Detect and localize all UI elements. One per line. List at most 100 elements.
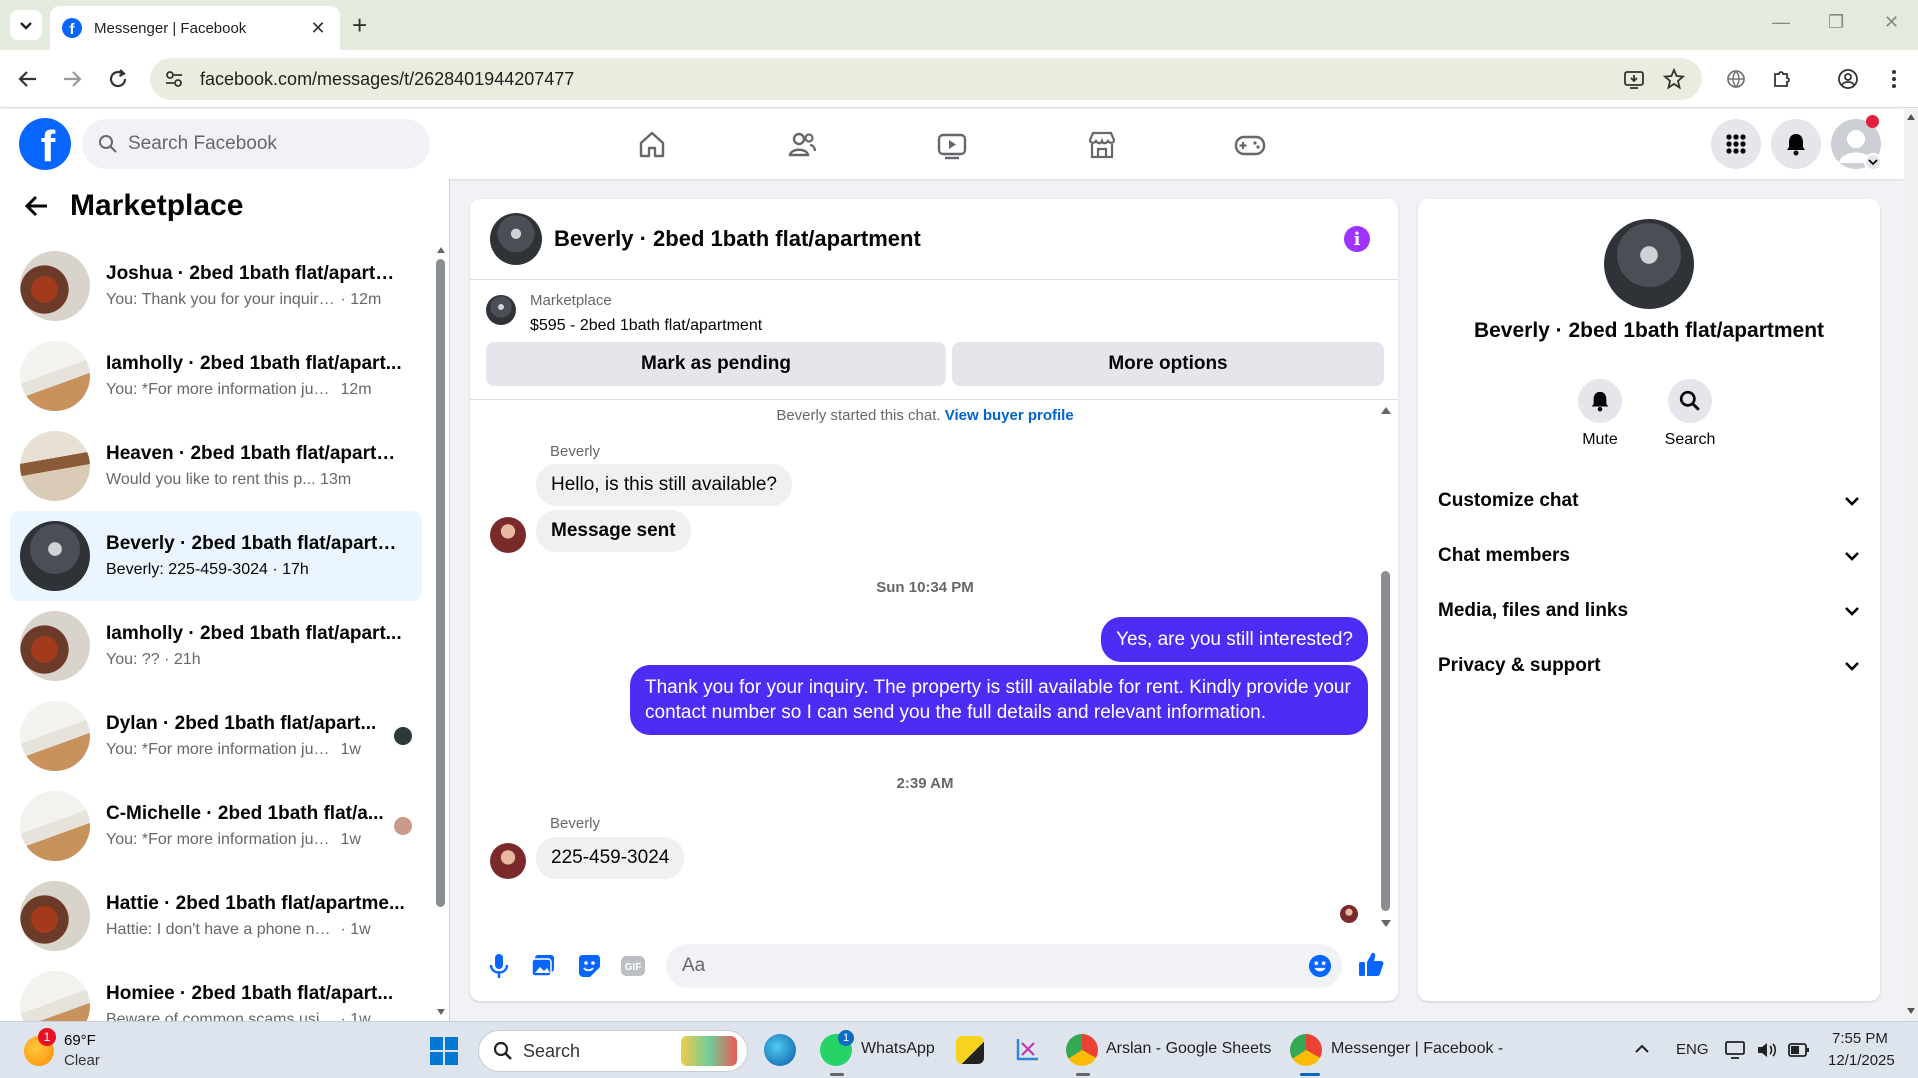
- conversation-item[interactable]: Iamholly · 2bed 1bath flat/apart... You:…: [10, 331, 422, 421]
- chevron-up-icon[interactable]: [1634, 1044, 1650, 1054]
- privacy-support-section[interactable]: Privacy & support: [1438, 646, 1860, 686]
- windows-start-icon[interactable]: [430, 1037, 458, 1065]
- language-indicator[interactable]: ENG: [1676, 1041, 1709, 1058]
- incoming-message[interactable]: Message sent: [536, 510, 691, 552]
- conversation-item[interactable]: C-Michelle · 2bed 1bath flat/a... You: *…: [10, 781, 422, 871]
- emoji-icon[interactable]: [1308, 954, 1332, 978]
- outgoing-message[interactable]: Thank you for your inquiry. The property…: [630, 665, 1368, 735]
- conversation-preview: You: ?? · 21h: [106, 651, 201, 668]
- more-options-button[interactable]: More options: [952, 342, 1384, 386]
- clock-date[interactable]: 12/1/2025: [1828, 1052, 1895, 1069]
- whatsapp-label[interactable]: WhatsApp: [861, 1040, 935, 1058]
- site-settings-icon[interactable]: [164, 69, 184, 89]
- back-arrow-icon[interactable]: [24, 193, 50, 219]
- chat-avatar[interactable]: [490, 213, 542, 265]
- restore-window-icon[interactable]: ❐: [1828, 12, 1844, 33]
- friends-icon[interactable]: [780, 123, 824, 167]
- chat-members-section[interactable]: Chat members: [1438, 536, 1860, 576]
- back-arrow-icon[interactable]: [14, 65, 42, 93]
- close-tab-icon[interactable]: ✕: [308, 18, 328, 39]
- sticker-icon[interactable]: [574, 951, 604, 981]
- media-files-links-section[interactable]: Media, files and links: [1438, 591, 1860, 631]
- sender-avatar[interactable]: [490, 517, 526, 553]
- watch-video-icon[interactable]: [930, 123, 974, 167]
- page-scrollbar[interactable]: [1904, 109, 1918, 1021]
- mute-button[interactable]: Mute: [1560, 379, 1640, 449]
- network-icon[interactable]: [1724, 1040, 1746, 1060]
- message-input[interactable]: Aa: [666, 944, 1342, 988]
- browser-tab-messenger[interactable]: f Messenger | Facebook ✕: [50, 6, 340, 50]
- sender-avatar[interactable]: [490, 843, 526, 879]
- weather-temperature[interactable]: 69°F: [64, 1032, 96, 1049]
- conversation-list-panel: Marketplace Joshua · 2bed 1bath flat/apa…: [0, 179, 450, 1021]
- conversation-name: Hattie · 2bed 1bath flat/apartme...: [106, 893, 405, 914]
- volume-icon[interactable]: [1756, 1040, 1778, 1060]
- chrome-icon[interactable]: [1066, 1034, 1098, 1066]
- marketplace-store-icon[interactable]: [1080, 123, 1124, 167]
- reload-icon[interactable]: [104, 65, 132, 93]
- photo-gallery-icon[interactable]: [528, 951, 558, 981]
- translate-globe-icon[interactable]: [1722, 65, 1750, 93]
- sticky-notes-icon[interactable]: [956, 1036, 984, 1064]
- scroll-up-arrow-icon[interactable]: [436, 243, 446, 257]
- conversation-item[interactable]: Iamholly · 2bed 1bath flat/apart... You:…: [10, 601, 422, 691]
- search-in-conversation-button[interactable]: Search: [1650, 379, 1730, 449]
- conversation-item-active[interactable]: Beverly · 2bed 1bath flat/apartm... Beve…: [10, 511, 422, 601]
- mute-label: Mute: [1582, 431, 1618, 448]
- customize-chat-section[interactable]: Customize chat: [1438, 481, 1860, 521]
- chrome-icon[interactable]: [1290, 1034, 1322, 1066]
- scroll-up-arrow-icon[interactable]: [1906, 113, 1916, 121]
- chat-title[interactable]: Beverly · 2bed 1bath flat/apartment: [554, 226, 921, 252]
- extensions-puzzle-icon[interactable]: [1768, 65, 1796, 93]
- conversation-item[interactable]: Heaven · 2bed 1bath flat/apartm... Would…: [10, 421, 422, 511]
- listing-avatar[interactable]: [1604, 219, 1694, 309]
- mark-as-pending-button[interactable]: Mark as pending: [486, 342, 946, 386]
- messenger-window-label[interactable]: Messenger | Facebook -: [1331, 1040, 1503, 1058]
- address-bar[interactable]: facebook.com/messages/t/2628401944207477: [150, 58, 1702, 100]
- minimize-window-icon[interactable]: —: [1772, 12, 1790, 33]
- scroll-up-arrow-icon[interactable]: [1380, 405, 1392, 415]
- facebook-logo[interactable]: f: [19, 118, 71, 170]
- incoming-message[interactable]: Hello, is this still available?: [536, 464, 792, 506]
- clock-time[interactable]: 7:55 PM: [1832, 1030, 1888, 1047]
- new-tab-button[interactable]: +: [352, 10, 367, 40]
- bookmark-star-icon[interactable]: [1660, 65, 1688, 93]
- bell-icon: [1578, 379, 1622, 423]
- gaming-controller-icon[interactable]: [1228, 123, 1272, 167]
- incoming-message[interactable]: 225-459-3024: [536, 837, 685, 879]
- conversation-item[interactable]: Homiee · 2bed 1bath flat/apart... Beware…: [10, 961, 422, 1021]
- chevron-down-icon: [1845, 497, 1859, 506]
- edge-browser-icon[interactable]: [764, 1034, 796, 1066]
- gif-icon[interactable]: GIF: [618, 951, 648, 981]
- outgoing-message[interactable]: Yes, are you still interested?: [1101, 617, 1368, 662]
- microphone-icon[interactable]: [484, 951, 514, 981]
- menu-grid-icon[interactable]: [1711, 119, 1761, 169]
- message-composer: GIF Aa: [470, 931, 1398, 1001]
- home-icon[interactable]: [630, 123, 674, 167]
- notifications-bell-icon[interactable]: [1771, 119, 1821, 169]
- battery-icon[interactable]: [1788, 1042, 1810, 1058]
- scroll-down-arrow-icon[interactable]: [1906, 1007, 1916, 1015]
- close-window-icon[interactable]: ✕: [1884, 12, 1899, 33]
- forward-arrow-icon[interactable]: [58, 65, 86, 93]
- conversation-item[interactable]: Joshua · 2bed 1bath flat/apartm... You: …: [10, 241, 422, 331]
- listing-title[interactable]: $595 - 2bed 1bath flat/apartment: [530, 317, 762, 335]
- account-chevron-icon[interactable]: [1864, 153, 1882, 171]
- conversation-list-scrollbar[interactable]: [436, 259, 445, 907]
- browser-menu-icon[interactable]: [1880, 65, 1908, 93]
- message-thread-scrollbar[interactable]: [1381, 571, 1390, 911]
- google-sheets-window-label[interactable]: Arslan - Google Sheets: [1106, 1040, 1271, 1058]
- view-buyer-profile-link[interactable]: View buyer profile: [945, 407, 1074, 424]
- snipping-tool-icon[interactable]: [1012, 1035, 1042, 1065]
- scroll-down-arrow-icon[interactable]: [1380, 919, 1392, 929]
- thumbs-up-icon[interactable]: [1356, 949, 1386, 979]
- conversation-item[interactable]: Dylan · 2bed 1bath flat/apart... You: *F…: [10, 691, 422, 781]
- facebook-search-input[interactable]: Search Facebook: [82, 119, 430, 169]
- scroll-down-arrow-icon[interactable]: [436, 1005, 446, 1019]
- install-app-icon[interactable]: [1620, 65, 1648, 93]
- tab-search-button[interactable]: [10, 10, 42, 40]
- taskbar-search-input[interactable]: Search: [478, 1030, 748, 1072]
- profile-icon[interactable]: [1834, 65, 1862, 93]
- conversation-item[interactable]: Hattie · 2bed 1bath flat/apartme... Hatt…: [10, 871, 422, 961]
- conversation-info-icon[interactable]: i: [1344, 226, 1370, 252]
